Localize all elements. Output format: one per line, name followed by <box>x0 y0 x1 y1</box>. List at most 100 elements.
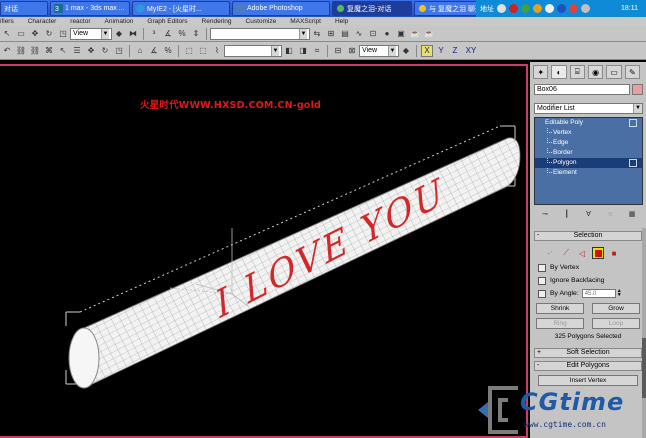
menu-item[interactable]: Rendering <box>202 18 232 25</box>
tray-icon[interactable] <box>545 4 554 13</box>
view-dropdown[interactable]: View ▼ <box>359 44 399 57</box>
tool-icon[interactable]: ⊠ <box>346 45 358 57</box>
render-setup-icon[interactable]: ▣ <box>395 28 407 40</box>
tool-icon[interactable]: ⌗ <box>311 45 323 57</box>
render-icon[interactable]: ☕ <box>409 28 421 40</box>
mirror-tool-icon[interactable]: ⇆ <box>311 28 323 40</box>
toolbar-dropdown[interactable]: ▼ <box>224 44 282 57</box>
axis-y-button[interactable]: Y <box>435 45 447 57</box>
by-angle-checkbox[interactable] <box>538 289 546 298</box>
taskbar-button-photoshop[interactable]: Adobe Photoshop <box>232 1 330 16</box>
tool-icon[interactable]: ⊟ <box>332 45 344 57</box>
menu-item[interactable]: Character <box>28 18 57 25</box>
mirror-icon[interactable]: ⧓ <box>127 28 139 40</box>
axis-z-button[interactable]: Z <box>449 45 461 57</box>
vertex-mode-icon[interactable]: ·ˑ <box>544 247 556 259</box>
create-tab-icon[interactable]: ✦ <box>533 65 549 79</box>
grow-button[interactable]: Grow <box>592 303 640 314</box>
menu-item[interactable]: MAXScript <box>290 18 321 25</box>
configure-modifier-sets-icon[interactable]: ▦ <box>627 209 638 220</box>
percent-snap-icon[interactable]: % <box>176 28 188 40</box>
ignore-backfacing-row[interactable]: Ignore Backfacing <box>538 275 646 286</box>
taskbar-button-chat-window[interactable]: 复魔之泪-对话 <box>332 1 412 16</box>
border-mode-icon[interactable]: ◁ <box>576 247 588 259</box>
element-mode-icon[interactable]: ■ <box>608 247 620 259</box>
material-editor-icon[interactable]: ● <box>381 28 393 40</box>
display-tab-icon[interactable]: ▭ <box>606 65 622 79</box>
axis-x-button[interactable]: X <box>421 44 433 57</box>
stack-item-border[interactable]: Border <box>535 148 642 158</box>
by-angle-row[interactable]: By Angle: 45.0 ▲ ▼ <box>538 288 646 299</box>
hierarchy-tab-icon[interactable]: ⌸ <box>569 65 585 79</box>
tray-icon[interactable] <box>533 4 542 13</box>
polygon-mode-icon[interactable] <box>592 247 604 259</box>
reference-coordinate-dropdown[interactable]: View ▼ <box>70 27 112 40</box>
tray-icon[interactable] <box>509 4 518 13</box>
stack-item-polygon[interactable]: Polygon <box>535 158 642 168</box>
by-vertex-row[interactable]: By Vertex <box>538 262 646 273</box>
menu-item[interactable]: Animation <box>105 18 134 25</box>
curve-editor-icon[interactable]: ∿ <box>353 28 365 40</box>
tray-icon[interactable] <box>557 4 566 13</box>
menu-item[interactable]: Customize <box>246 18 277 25</box>
tray-icon[interactable] <box>497 4 506 13</box>
move-icon[interactable]: ✥ <box>85 45 97 57</box>
stack-item-element[interactable]: Element <box>535 168 642 178</box>
select-icon[interactable]: ↖ <box>1 28 13 40</box>
pin-stack-icon[interactable]: ⊸ <box>539 209 550 220</box>
select-object-icon[interactable]: ↖ <box>57 45 69 57</box>
show-end-result-icon[interactable]: ┃ <box>561 209 572 220</box>
schematic-icon[interactable]: ⊡ <box>367 28 379 40</box>
modify-tab-icon[interactable]: ◐ <box>551 65 567 79</box>
rotate-icon[interactable]: ↻ <box>99 45 111 57</box>
link-icon[interactable]: ⛓ <box>15 45 27 57</box>
angle-snap-icon[interactable]: ∡ <box>162 28 174 40</box>
layer-icon[interactable]: ▤ <box>339 28 351 40</box>
named-selection-dropdown[interactable]: ▼ <box>210 27 310 40</box>
pivot-icon[interactable]: ◆ <box>400 45 412 57</box>
toggle-checkbox[interactable] <box>629 159 637 167</box>
pivot-icon[interactable]: ◆ <box>113 28 125 40</box>
tool-icon[interactable]: ◧ <box>283 45 295 57</box>
unlink-icon[interactable]: ⛓ <box>29 45 41 57</box>
angle-spinner[interactable]: 45.0 <box>581 289 616 298</box>
snap-3d-icon[interactable]: ³ <box>148 28 160 40</box>
shrink-button[interactable]: Shrink <box>536 303 584 314</box>
ignore-backfacing-checkbox[interactable] <box>538 276 546 285</box>
percent-snap-icon[interactable]: % <box>162 45 174 57</box>
move-icon[interactable]: ✥ <box>29 28 41 40</box>
axis-xy-button[interactable]: XY <box>463 45 479 57</box>
tool-icon[interactable]: ◨ <box>297 45 309 57</box>
utilities-tab-icon[interactable]: ✎ <box>624 65 640 79</box>
scale-icon[interactable]: ◳ <box>113 45 125 57</box>
by-vertex-checkbox[interactable] <box>538 263 546 272</box>
tray-icon[interactable] <box>521 4 530 13</box>
loop-button[interactable]: Loop <box>592 318 640 329</box>
align-icon[interactable]: ⊞ <box>325 28 337 40</box>
motion-tab-icon[interactable]: ◉ <box>587 65 604 79</box>
scale-icon[interactable]: ◳ <box>57 28 69 40</box>
object-name-field[interactable]: Box06 <box>534 84 630 95</box>
make-unique-icon[interactable]: ∀ <box>583 209 594 220</box>
taskbar-button-myie2[interactable]: MyIE2 - [火星时... <box>132 1 230 16</box>
soft-selection-rollout-header[interactable]: + Soft Selection <box>534 348 642 358</box>
taskbar-button-chat[interactable]: 对话 <box>0 1 48 16</box>
menu-item[interactable]: Help <box>335 18 348 25</box>
bind-icon[interactable]: ⌘ <box>43 45 55 57</box>
quick-render-icon[interactable]: ☕ <box>423 28 435 40</box>
stack-item-vertex[interactable]: Vertex <box>535 128 642 138</box>
spinner-snap-icon[interactable]: ⇕ <box>190 28 202 40</box>
edit-named-icon[interactable]: ⬚ <box>183 45 195 57</box>
edge-mode-icon[interactable]: ⟋ <box>560 247 572 259</box>
toggle-checkbox[interactable] <box>629 119 637 127</box>
menu-item[interactable]: ifiers <box>0 18 14 25</box>
tray-icon[interactable] <box>581 4 590 13</box>
angle-snap-icon[interactable]: ∡ <box>148 45 160 57</box>
spinner-arrows-icon[interactable]: ▲ ▼ <box>617 289 622 298</box>
object-color-swatch[interactable] <box>632 84 643 95</box>
ring-button[interactable]: Ring <box>536 318 584 329</box>
snap-icon[interactable]: ⌂ <box>134 45 146 57</box>
spline-icon[interactable]: ⌇ <box>211 45 223 57</box>
undo-icon[interactable]: ↶ <box>1 45 13 57</box>
modifier-list-dropdown[interactable]: Modifier List ▼ <box>534 103 643 114</box>
